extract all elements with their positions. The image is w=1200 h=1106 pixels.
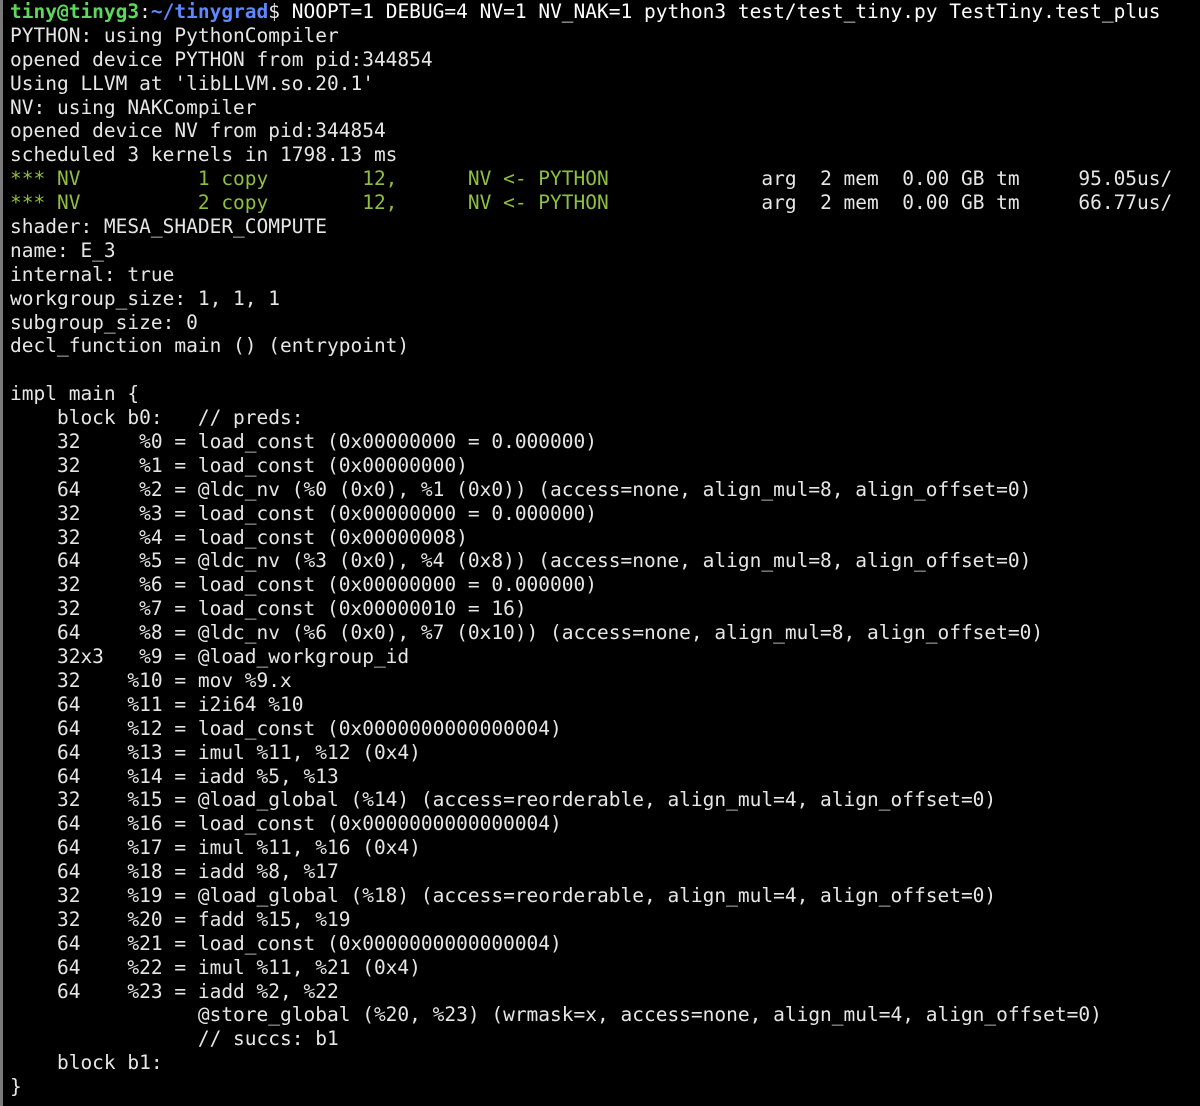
copy-kernel-line: *** NV 1 copy 12, NV <- PYTHON arg 2 mem… xyxy=(10,167,1195,191)
output-line: scheduled 3 kernels in 1798.13 ms xyxy=(10,143,398,167)
prompt-path: ~/tinygrad xyxy=(150,0,269,23)
output-line: opened device NV from pid:344854 xyxy=(10,119,386,143)
shader-line: 32 %4 = load_const (0x00000008) xyxy=(10,525,468,549)
shader-line: subgroup_size: 0 xyxy=(10,310,198,334)
shader-line: 32 %15 = @load_global (%14) (access=reor… xyxy=(10,788,997,812)
shader-line: 64 %11 = i2i64 %10 xyxy=(10,692,304,716)
copy-kernel-desc: *** NV 2 copy 12, NV <- PYTHON xyxy=(10,191,609,215)
output-line: Using LLVM at 'libLLVM.so.20.1' xyxy=(10,71,374,95)
shader-line: 32 %7 = load_const (0x00000010 = 16) xyxy=(10,597,527,621)
prompt-separator: : xyxy=(139,0,151,23)
prompt-line: tiny@tinyg3:~/tinygrad$ NOOPT=1 DEBUG=4 … xyxy=(10,0,1195,24)
shader-line: shader: MESA_SHADER_COMPUTE xyxy=(10,215,327,239)
shader-line: 32 %0 = load_const (0x00000000 = 0.00000… xyxy=(10,430,597,454)
shader-line: block b0: // preds: xyxy=(10,406,304,430)
shader-line: 64 %8 = @ldc_nv (%6 (0x0), %7 (0x10)) (a… xyxy=(10,621,1044,645)
shader-line xyxy=(10,358,1195,382)
shader-line: 64 %12 = load_const (0x0000000000000004) xyxy=(10,716,562,740)
terminal-window[interactable]: tiny@tinyg3:~/tinygrad$ NOOPT=1 DEBUG=4 … xyxy=(0,0,1200,1106)
shader-line: } xyxy=(10,1075,22,1099)
shader-line: 64 %17 = imul %11, %16 (0x4) xyxy=(10,836,421,860)
copy-output-block: *** NV 1 copy 12, NV <- PYTHON arg 2 mem… xyxy=(10,167,1195,215)
command-text: NOOPT=1 DEBUG=4 NV=1 NV_NAK=1 python3 te… xyxy=(280,0,1161,23)
copy-kernel-line: *** NV 2 copy 12, NV <- PYTHON arg 2 mem… xyxy=(10,191,1195,215)
shader-line: 32 %6 = load_const (0x00000000 = 0.00000… xyxy=(10,573,597,597)
shader-line: block b1: xyxy=(10,1051,163,1075)
shader-line: impl main { xyxy=(10,382,140,406)
shader-line: 32 %1 = load_const (0x00000000) xyxy=(10,453,468,477)
output-line: NV: using NAKCompiler xyxy=(10,95,257,119)
shader-line: name: E_3 xyxy=(10,238,116,262)
shader-line: 64 %5 = @ldc_nv (%3 (0x0), %4 (0x8)) (ac… xyxy=(10,549,1032,573)
output-block-b: shader: MESA_SHADER_COMPUTE name: E_3 inte… xyxy=(10,215,1195,1099)
shader-line: // succs: b1 xyxy=(10,1027,339,1051)
copy-kernel-stats: arg 2 mem 0.00 GB tm 95.05us/ xyxy=(608,167,1173,191)
shader-line: 32x3 %9 = @load_workgroup_id xyxy=(10,645,410,669)
shader-line: decl_function main () (entrypoint) xyxy=(10,334,410,358)
shader-line: 64 %14 = iadd %5, %13 xyxy=(10,764,339,788)
shader-line: internal: true xyxy=(10,262,175,286)
shader-line: 64 %16 = load_const (0x0000000000000004) xyxy=(10,812,562,836)
prompt-user-host: tiny@tinyg3 xyxy=(10,0,140,23)
shader-line: 64 %23 = iadd %2, %22 xyxy=(10,979,339,1003)
shader-line: 32 %10 = mov %9.x xyxy=(10,668,292,692)
copy-kernel-desc: *** NV 1 copy 12, NV <- PYTHON xyxy=(10,167,609,191)
shader-line: workgroup_size: 1, 1, 1 xyxy=(10,286,281,310)
window-edge xyxy=(0,0,3,1106)
shader-line: 64 %2 = @ldc_nv (%0 (0x0), %1 (0x0)) (ac… xyxy=(10,477,1032,501)
output-block-a: PYTHON: using PythonCompiler opened devic… xyxy=(10,24,1195,167)
prompt-symbol: $ xyxy=(268,0,281,23)
shader-line: 32 %19 = @load_global (%18) (access=reor… xyxy=(10,883,997,907)
shader-line: 32 %20 = fadd %15, %19 xyxy=(10,907,351,931)
shader-line: 32 %3 = load_const (0x00000000 = 0.00000… xyxy=(10,501,597,525)
shader-line: 64 %13 = imul %11, %12 (0x4) xyxy=(10,740,421,764)
shader-line: 64 %18 = iadd %8, %17 xyxy=(10,860,339,884)
terminal-output: tiny@tinyg3:~/tinygrad$ NOOPT=1 DEBUG=4 … xyxy=(10,0,1195,1099)
output-line: opened device PYTHON from pid:344854 xyxy=(10,47,433,71)
shader-line: @store_global (%20, %23) (wrmask=x, acce… xyxy=(10,1003,1102,1027)
shader-line: 64 %22 = imul %11, %21 (0x4) xyxy=(10,955,421,979)
shader-line: 64 %21 = load_const (0x0000000000000004) xyxy=(10,931,562,955)
copy-kernel-stats: arg 2 mem 0.00 GB tm 66.77us/ xyxy=(608,191,1173,215)
output-line: PYTHON: using PythonCompiler xyxy=(10,23,339,47)
